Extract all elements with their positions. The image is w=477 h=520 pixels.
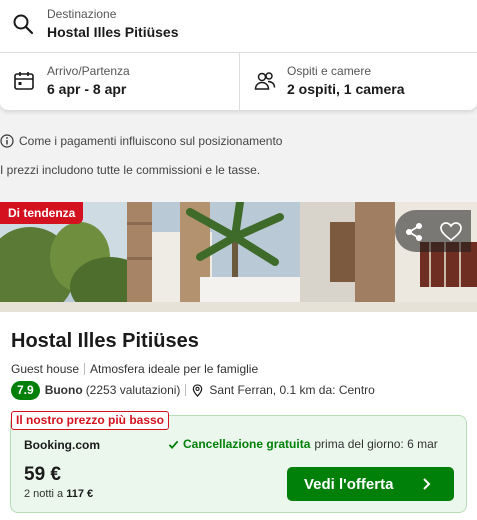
heart-icon[interactable]: [438, 219, 464, 245]
destination-label: Destinazione: [47, 7, 117, 21]
people-icon: [254, 72, 276, 90]
free-cancellation: Cancellazione gratuita prima del giorno:…: [168, 437, 438, 451]
hotel-meta: Guest house Atmosfera ideale per le fami…: [11, 362, 258, 376]
dates-field[interactable]: Arrivo/Partenza 6 apr - 8 apr: [0, 53, 240, 110]
total-price: 2 notti a 117 €: [24, 488, 93, 500]
nights-prefix: 2 notti a: [24, 488, 64, 500]
guests-value: 2 ospiti, 1 camera: [287, 81, 405, 97]
offer-provider: Booking.com: [24, 438, 101, 452]
map-pin-icon: [193, 383, 203, 397]
divider: [185, 384, 187, 396]
hotel-photo[interactable]: Di tendenza: [0, 202, 477, 312]
destination-value: Hostal Illes Pitiüses: [47, 24, 179, 40]
guests-field[interactable]: Ospiti e camere 2 ospiti, 1 camera: [240, 53, 477, 110]
chevron-right-icon: [423, 478, 431, 490]
photo-actions: [395, 210, 471, 252]
info-icon: [0, 134, 14, 148]
property-type: Guest house: [11, 362, 80, 376]
hotel-location: Sant Ferran, 0.1 km da: Centro: [209, 383, 375, 397]
rating-line: 7.9 Buono (2253 valutazioni) Sant Ferran…: [11, 380, 375, 400]
dates-label: Arrivo/Partenza: [47, 64, 130, 78]
guests-label: Ospiti e camere: [287, 64, 372, 78]
share-icon[interactable]: [401, 219, 427, 245]
destination-field[interactable]: Destinazione Hostal Illes Pitiüses: [0, 0, 477, 53]
search-icon: [13, 14, 34, 35]
property-vibe: Atmosfera ideale per le famiglie: [90, 362, 259, 376]
dates-value: 6 apr - 8 apr: [47, 81, 127, 97]
hotel-card[interactable]: Di tendenza Hostal Illes Pitiüses Guest …: [0, 202, 477, 520]
view-offer-label: Vedi l'offerta: [304, 476, 394, 493]
trending-badge: Di tendenza: [0, 202, 84, 224]
divider: [84, 363, 86, 375]
review-count: (2253 valutazioni): [85, 383, 181, 397]
check-icon: [168, 440, 179, 449]
tax-note: I prezzi includono tutte le commissioni …: [0, 163, 261, 177]
ranking-info-text: Come i pagamenti influiscono sul posizio…: [19, 134, 283, 148]
cancellation-deadline: prima del giorno: 6 mar: [314, 437, 438, 451]
ranking-info-link[interactable]: Come i pagamenti influiscono sul posizio…: [0, 134, 282, 148]
lowest-price-badge: Il nostro prezzo più basso: [11, 411, 170, 430]
review-score-badge: 7.9: [11, 380, 40, 400]
free-cancellation-label: Cancellazione gratuita: [183, 437, 311, 451]
review-score-word: Buono: [44, 383, 83, 397]
view-offer-button[interactable]: Vedi l'offerta: [287, 467, 454, 501]
search-summary-card: Destinazione Hostal Illes Pitiüses Arriv…: [0, 0, 477, 110]
calendar-icon: [14, 72, 34, 90]
price-per-night: 59 €: [24, 464, 61, 485]
nights-total: 117 €: [66, 488, 94, 500]
hotel-name[interactable]: Hostal Illes Pitiüses: [11, 330, 199, 353]
